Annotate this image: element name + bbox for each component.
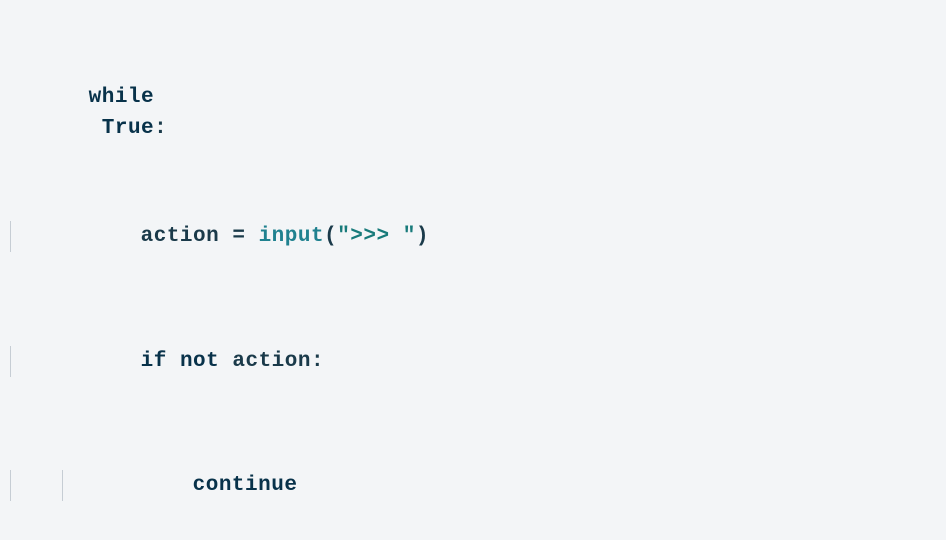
paren-open: ( <box>324 225 337 248</box>
keyword-continue: continue <box>193 474 298 497</box>
keyword-not: not <box>180 350 219 373</box>
code-line[interactable]: while True: <box>0 97 946 128</box>
code-line[interactable]: if not action: <box>0 346 946 377</box>
operator-eq: = <box>232 225 258 248</box>
keyword-if: if <box>141 350 167 373</box>
builtin-input: input <box>259 225 325 248</box>
code-editor[interactable]: while True: action = input(">>> ") if no… <box>0 0 946 540</box>
code-line[interactable]: action = input(">>> ") <box>0 221 946 252</box>
variable: action <box>219 350 311 373</box>
punct-colon: : <box>154 117 167 140</box>
punct-colon: : <box>311 350 324 373</box>
code-line[interactable]: continue <box>0 470 946 501</box>
string-literal: ">>> " <box>337 225 416 248</box>
paren-close: ) <box>416 225 429 248</box>
keyword-while: while <box>89 86 155 109</box>
constant-true: True <box>102 117 154 140</box>
variable: action <box>141 225 233 248</box>
